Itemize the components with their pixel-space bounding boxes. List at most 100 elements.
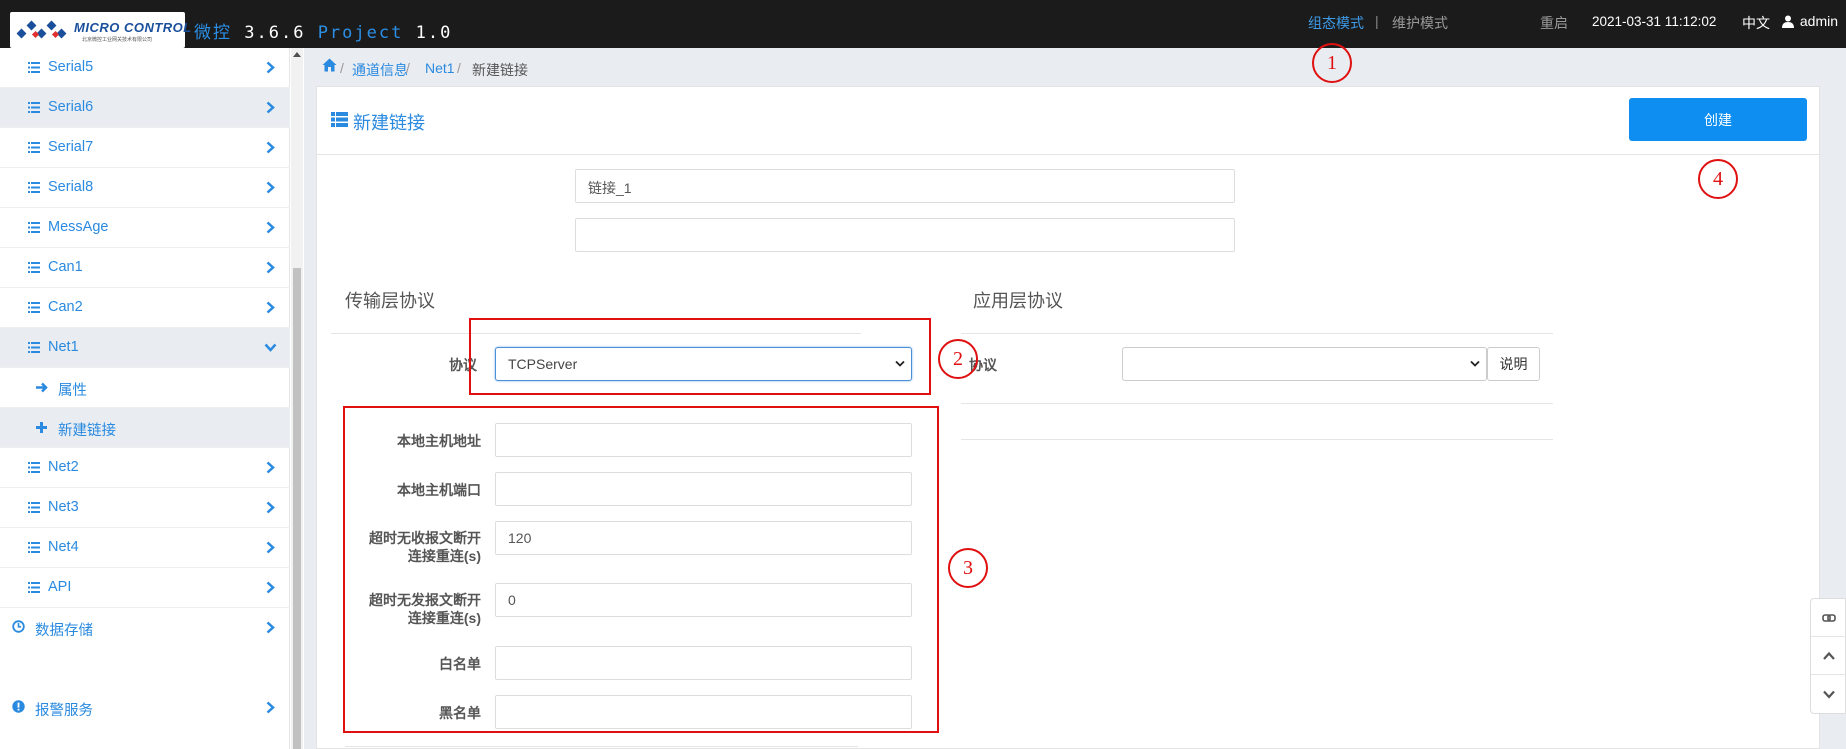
chevron-right-icon — [266, 181, 275, 194]
breadcrumb-channel-info[interactable]: 通道信息 — [352, 60, 408, 80]
sidebar: Serial5 Serial6 Serial7 Serial8 MessAge … — [0, 48, 290, 749]
divider — [961, 439, 1553, 440]
chevron-right-icon — [266, 581, 275, 594]
top-bar: MICRO CONTROL 北京微控工业网关技术有限公司 微控 3.6.6 Pr… — [0, 0, 1846, 48]
sidebar-item-label: Serial5 — [48, 59, 94, 75]
list-icon — [28, 502, 40, 513]
divider — [345, 746, 858, 747]
sidebar-item-serial8[interactable]: Serial8 — [0, 168, 290, 208]
sidebar-item-net3[interactable]: Net3 — [0, 488, 290, 528]
chevron-down-icon — [264, 343, 277, 352]
list-icon — [28, 302, 40, 313]
sidebar-item-label: MessAge — [48, 219, 109, 235]
annotation-marker-1: 1 — [1312, 43, 1352, 83]
annotation-box-fields — [343, 406, 939, 733]
link-tool[interactable] — [1811, 599, 1846, 637]
panel-header: 新建链接 创建 — [317, 87, 1821, 155]
sidebar-item-net1[interactable]: Net1 — [0, 328, 290, 368]
annotation-marker-3: 3 — [948, 548, 988, 588]
plus-icon — [36, 422, 47, 433]
list-icon — [28, 542, 40, 553]
panel-title: 新建链接 — [353, 113, 425, 133]
sidebar-item-label: Serial7 — [48, 139, 94, 155]
app-version: 3.6.6 — [244, 23, 306, 43]
sidebar-item-label: API — [48, 579, 72, 595]
breadcrumb-separator: / — [340, 60, 344, 76]
annotation-box-protocol — [469, 318, 931, 395]
logo-subtext: 北京微控工业网关技术有限公司 — [82, 37, 153, 43]
sidebar-item-alarm-service[interactable]: 报警服务 — [0, 688, 290, 728]
sidebar-item-net1-properties[interactable]: 属性 — [0, 368, 290, 408]
list-icon — [28, 222, 40, 233]
restart-link[interactable]: 重启 — [1540, 13, 1568, 33]
breadcrumb-current: 新建链接 — [472, 62, 528, 78]
transport-section-title: 传输层协议 — [345, 291, 435, 311]
divider — [961, 333, 1553, 334]
list-icon — [28, 582, 40, 593]
scroll-bottom-tool[interactable] — [1811, 675, 1846, 713]
description-input[interactable] — [575, 218, 1235, 252]
sidebar-item-message[interactable]: MessAge — [0, 208, 290, 248]
language-switch[interactable]: 中文 — [1742, 13, 1770, 33]
sidebar-scroll-thumb[interactable] — [293, 268, 301, 749]
list-icon — [28, 182, 40, 193]
application-section-title: 应用层协议 — [973, 291, 1063, 311]
sidebar-item-label: Net3 — [48, 499, 79, 515]
app-title: 微控 3.6.6 Project 1.0 — [194, 18, 452, 43]
application-protocol-select[interactable] — [1122, 347, 1487, 381]
scroll-up-arrow-icon[interactable] — [293, 52, 301, 57]
alert-icon — [12, 700, 25, 713]
sidebar-item-label: Net4 — [48, 539, 79, 555]
chevron-right-icon — [266, 221, 275, 234]
floating-toolbar — [1810, 598, 1846, 714]
user-icon — [1782, 15, 1794, 28]
scroll-top-tool[interactable] — [1811, 637, 1846, 675]
logo-diamonds-icon — [16, 20, 67, 39]
annotation-marker-2: 2 — [938, 339, 978, 379]
list-icon — [28, 102, 40, 113]
sidebar-item-label: Net1 — [48, 339, 79, 355]
chevron-right-icon — [266, 301, 275, 314]
chevron-right-icon — [266, 141, 275, 154]
sidebar-item-label: 报警服务 — [35, 703, 93, 719]
list-icon — [331, 112, 348, 127]
company-logo: MICRO CONTROL 北京微控工业网关技术有限公司 — [10, 12, 191, 48]
transport-protocol-label: 协议 — [449, 357, 477, 373]
clock-icon — [12, 620, 25, 633]
divider — [961, 403, 1553, 404]
user-menu[interactable]: admin — [1782, 13, 1838, 29]
sidebar-item-net1-new-link[interactable]: 新建链接 — [0, 408, 290, 448]
sidebar-item-label: Can2 — [48, 299, 83, 315]
chevron-right-icon — [266, 61, 275, 74]
sidebar-item-can1[interactable]: Can1 — [0, 248, 290, 288]
sidebar-item-serial5[interactable]: Serial5 — [0, 48, 290, 88]
chevron-right-icon — [266, 701, 275, 714]
arrow-right-icon — [36, 382, 48, 393]
config-mode-link[interactable]: 组态模式 — [1308, 13, 1364, 33]
sidebar-item-net2[interactable]: Net2 — [0, 448, 290, 488]
chevron-right-icon — [266, 621, 275, 634]
create-button[interactable]: 创建 — [1629, 98, 1807, 141]
sidebar-item-can2[interactable]: Can2 — [0, 288, 290, 328]
chevron-down-icon — [1823, 690, 1835, 699]
explain-button[interactable]: 说明 — [1487, 347, 1540, 381]
chevron-right-icon — [266, 101, 275, 114]
sidebar-item-net4[interactable]: Net4 — [0, 528, 290, 568]
sidebar-item-api[interactable]: API — [0, 568, 290, 608]
maintenance-mode-link[interactable]: 维护模式 — [1392, 13, 1448, 33]
sidebar-item-data-storage[interactable]: 数据存储 — [0, 608, 290, 648]
name-input[interactable]: 链接_1 — [575, 169, 1235, 203]
app-name: 微控 — [194, 23, 232, 43]
list-icon — [28, 342, 40, 353]
logo-text: MICRO CONTROL — [74, 20, 192, 35]
breadcrumb-net1[interactable]: Net1 — [425, 60, 455, 76]
sidebar-item-serial6[interactable]: Serial6 — [0, 88, 290, 128]
list-icon — [28, 62, 40, 73]
home-icon[interactable] — [322, 58, 337, 72]
sidebar-item-label: Serial6 — [48, 99, 94, 115]
sidebar-item-serial7[interactable]: Serial7 — [0, 128, 290, 168]
breadcrumb: / 通道信息 / Net1 / 新建链接 — [316, 52, 1816, 84]
sidebar-item-label: Serial8 — [48, 179, 94, 195]
chevron-right-icon — [266, 541, 275, 554]
breadcrumb-separator: / — [457, 60, 461, 76]
